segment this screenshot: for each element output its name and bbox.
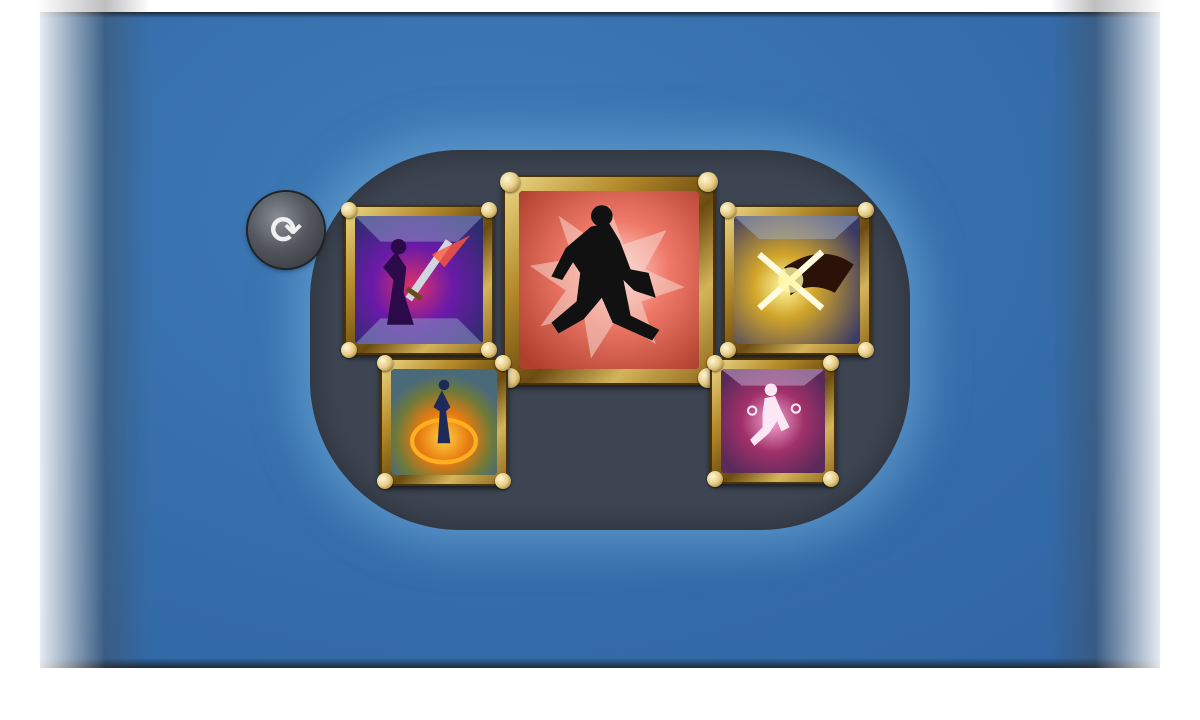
refresh-button[interactable]: ⟳ — [248, 192, 324, 268]
sprint-dash-icon — [519, 191, 699, 369]
refresh-icon: ⟳ — [270, 208, 302, 252]
skill-slot-fire-aura[interactable] — [377, 355, 511, 489]
sword-strike-icon — [355, 216, 483, 344]
skill-slot-evade[interactable] — [707, 355, 839, 487]
lightning-slash-icon — [734, 216, 860, 344]
skill-slot-sprint-dash[interactable] — [500, 172, 718, 388]
skill-slot-lightning-slash[interactable] — [720, 202, 874, 358]
skill-slot-sword-strike[interactable] — [341, 202, 497, 358]
game-screen: ⟳ — [0, 0, 1200, 668]
evade-icon — [721, 369, 825, 473]
fire-aura-icon — [391, 369, 497, 475]
